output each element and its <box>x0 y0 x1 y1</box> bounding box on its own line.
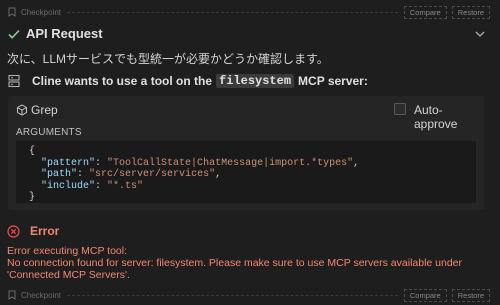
json-key: "path" <box>41 169 78 180</box>
checkpoint-label: Checkpoint <box>21 7 62 17</box>
compare-button[interactable]: Compare <box>403 288 447 302</box>
checkpoint-divider <box>67 11 398 13</box>
error-line-1: Error executing MCP tool: <box>7 245 128 257</box>
arguments-label: ARGUMENTS <box>16 127 82 138</box>
api-request-header[interactable]: API Request <box>0 24 500 44</box>
json-value: "ToolCallState|ChatMessage|import.*types… <box>107 157 354 169</box>
mcp-tool-request: Cline wants to use a tool on the filesys… <box>7 74 368 88</box>
bookmark-icon <box>7 290 17 300</box>
checkpoint-bar-top: Checkpoint Compare Restore <box>0 3 500 21</box>
mcp-prefix-text: Cline wants to use a tool on the <box>32 74 213 88</box>
arguments-code: { "pattern": "ToolCallState|ChatMessage|… <box>16 141 476 203</box>
checkpoint-label: Checkpoint <box>21 290 62 300</box>
checkpoint-divider <box>67 294 398 296</box>
error-message: Error executing MCP tool: No connection … <box>7 245 493 281</box>
error-icon <box>7 224 20 238</box>
server-icon <box>7 74 21 88</box>
checkpoint-bar-bottom: Checkpoint Compare Restore <box>0 286 500 304</box>
json-open: { <box>29 146 36 157</box>
json-key: "pattern" <box>41 157 96 169</box>
tool-panel: Grep Auto-approve ARGUMENTS { "pattern":… <box>8 96 484 210</box>
bookmark-icon <box>7 7 17 17</box>
error-title: Error <box>30 224 60 238</box>
check-icon <box>7 27 21 41</box>
grep-tool-icon <box>16 104 28 116</box>
error-line-2: No connection found for server: filesyst… <box>7 257 463 281</box>
tool-name: Grep <box>31 103 58 117</box>
api-request-title: API Request <box>26 26 103 41</box>
restore-button[interactable]: Restore <box>451 288 490 302</box>
auto-approve-checkbox[interactable] <box>394 103 406 115</box>
chevron-down-icon[interactable] <box>474 28 486 40</box>
compare-button[interactable]: Compare <box>403 5 447 19</box>
auto-approve-label[interactable]: Auto-approve <box>414 103 484 131</box>
assistant-message: 次に、LLMサービスでも型統一が必要かどうか確認します。 <box>7 52 329 66</box>
json-key: "include" <box>41 180 96 192</box>
mcp-suffix-text: MCP server: <box>298 74 368 88</box>
json-value: "*.ts" <box>107 180 144 192</box>
tool-header: Grep Auto-approve <box>8 96 484 131</box>
mcp-server-name: filesystem <box>216 74 295 88</box>
error-header: Error <box>7 224 59 238</box>
restore-button[interactable]: Restore <box>451 5 490 19</box>
json-close: } <box>29 192 36 203</box>
json-value: "src/server/services" <box>89 169 216 180</box>
